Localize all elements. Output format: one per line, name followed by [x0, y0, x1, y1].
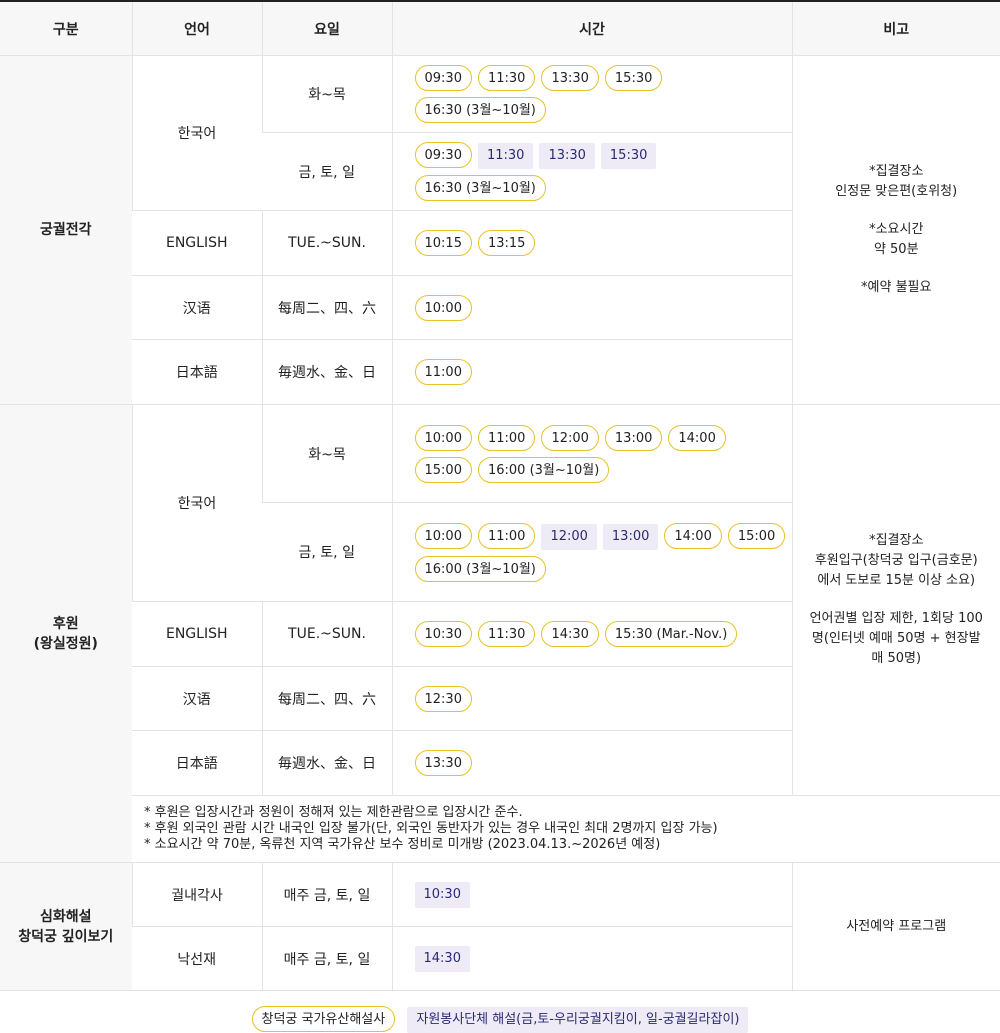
time-slot-official: 13:15 — [477, 230, 536, 256]
legend-official-guide: 창덕궁 국가유산해설사 — [251, 1006, 396, 1032]
language-cell: 낙선재 — [132, 926, 262, 991]
table-row: 궁궐전각 한국어 화~목 09:30 11:30 13:30 15:3016:30 (… — [0, 55, 1000, 405]
time-slot-volunteer: 11:30 — [477, 143, 534, 169]
day-cell: 毎週水、金、日 — [261, 339, 392, 405]
day-cell: 화~목 — [261, 404, 392, 503]
legend-volunteer-guide: 자원봉사단체 해설(금,토-우리궁궐지킴이, 일-궁궐길라잡이) — [407, 1007, 749, 1033]
header-day: 요일 — [261, 1, 392, 56]
table-header-row: 구분 언어 요일 시간 비고 — [0, 1, 1000, 56]
language-cell: 汉语 — [132, 666, 262, 731]
day-cell: TUE.~SUN. — [261, 601, 392, 667]
time-slot-official: 09:30 — [414, 142, 472, 168]
day-cell: 毎週水、金、日 — [261, 730, 392, 796]
language-cell: ENGLISH — [132, 601, 262, 667]
time-slot-official: 16:30 (3월~10월) — [414, 175, 546, 201]
time-slot-official: 15:00 — [414, 456, 472, 483]
time-slot-official: 14:30 — [541, 621, 599, 647]
time-slot-volunteer: 15:30 — [600, 143, 657, 169]
language-cell: 한국어 — [131, 404, 262, 602]
day-cell: 매주 금, 토, 일 — [261, 862, 392, 927]
time-slot-volunteer: 10:30 — [414, 881, 470, 908]
category-rear-garden: 후원 (왕실정원) — [0, 404, 132, 863]
language-cell: 궐내각사 — [131, 862, 262, 927]
time-slot-official: 12:30 — [414, 685, 472, 712]
notice-row: * 후원은 입장시간과 정원이 정해져 있는 제한관람으로 입장시간 준수. *… — [0, 795, 1000, 863]
time-slot-official: 10:15 — [414, 230, 472, 256]
category-palace-buildings: 궁궐전각 — [0, 55, 132, 405]
day-cell: 금, 토, 일 — [262, 502, 392, 602]
time-slot-volunteer: 13:00 — [602, 523, 659, 550]
time-slots: 09:30 11:30 13:30 15:30 16:30 (3월~10월) — [391, 55, 792, 133]
time-slot-official: 09:30 — [414, 65, 472, 91]
table-row: 심화해설 창덕궁 깊이보기 궐내각사 매주 금, 토, 일 10:30 사전예약… — [0, 862, 1000, 991]
time-slot-official: 12:00 — [541, 424, 599, 451]
time-slot-official: 10:00 — [414, 294, 472, 321]
day-cell: TUE.~SUN. — [261, 210, 392, 276]
time-slot-official: 11:00 — [477, 522, 536, 549]
time-slots: 10:30 — [391, 862, 792, 927]
time-slot-official: 13:00 — [604, 424, 663, 451]
tour-schedule-table: 구분 언어 요일 시간 비고 궁궐전각 한국어 화~목 09:30 11:30 13… — [0, 0, 1000, 991]
time-slot-official: 11:00 — [477, 424, 536, 451]
time-slot-official: 15:30 — [604, 65, 663, 91]
rear-garden-notice: * 후원은 입장시간과 정원이 정해져 있는 제한관람으로 입장시간 준수. *… — [132, 795, 1000, 863]
time-slots: 14:30 — [391, 926, 792, 991]
time-slot-official: 14:00 — [664, 522, 722, 549]
legend: 창덕궁 국가유산해설사 자원봉사단체 해설(금,토-우리궁궐지킴이, 일-궁궐길… — [0, 1006, 1000, 1033]
time-slot-official: 15:30 (Mar.-Nov.) — [604, 621, 738, 647]
time-slots: 10:30 11:30 14:30 15:30 (Mar.-Nov.) — [391, 601, 792, 667]
time-slots: 12:30 — [391, 666, 792, 731]
time-slots: 10:0011:0012:0013:0014:00 15:0016:00 (3월~… — [391, 404, 792, 503]
time-slot-official: 11:30 — [477, 65, 536, 91]
language-cell: 汉语 — [132, 275, 262, 340]
time-slot-official: 10:30 — [414, 621, 472, 647]
time-slots: 10:0011:0012:0013:0014:0015:00 16:00 (3월~… — [391, 502, 792, 602]
time-slots: 10:00 — [391, 275, 792, 340]
time-slot-official: 10:00 — [414, 424, 472, 451]
remark-cell: *집결장소 후원입구(창덕궁 입구(금호문) 에서 도보로 15분 이상 소요)… — [791, 404, 1000, 796]
time-slot-official: 16:30 (3월~10월) — [414, 97, 546, 123]
time-slots: 10:15 13:15 — [391, 210, 792, 276]
time-slots: 11:00 — [391, 339, 792, 405]
day-cell: 每周二、四、六 — [261, 275, 392, 340]
time-slot-official: 11:30 — [477, 621, 536, 647]
header-time: 시간 — [391, 1, 792, 56]
day-cell: 화~목 — [261, 55, 392, 133]
time-slot-official: 16:00 (3월~10월) — [477, 456, 610, 483]
time-slot-volunteer: 14:30 — [414, 945, 470, 972]
time-slot-official: 15:00 — [727, 522, 786, 549]
time-slot-volunteer: 12:00 — [541, 523, 597, 550]
day-cell: 每周二、四、六 — [261, 666, 392, 731]
remark-cell: 사전예약 프로그램 — [791, 862, 1000, 991]
time-slot-official: 11:00 — [414, 359, 472, 385]
time-slot-official: 14:00 — [668, 424, 726, 451]
time-slot-official: 10:00 — [414, 522, 472, 549]
time-slot-official: 13:30 — [414, 750, 472, 776]
time-slot-volunteer: 13:30 — [539, 143, 595, 169]
header-remark: 비고 — [791, 1, 1000, 56]
day-cell: 금, 토, 일 — [262, 132, 392, 211]
remark-cell: *집결장소 인정문 맞은편(호위청) *소요시간 약 50분 *예약 불필요 — [791, 55, 1000, 405]
time-slot-official: 13:30 — [541, 65, 599, 91]
language-cell: 日本語 — [132, 730, 262, 796]
day-cell: 매주 금, 토, 일 — [261, 926, 392, 991]
table-row: 후원 (왕실정원) 한국어 화~목 10:00 11:00 12:00 13:00 14… — [0, 404, 1000, 863]
language-cell: ENGLISH — [132, 210, 262, 276]
header-category: 구분 — [0, 1, 132, 56]
time-slots: 09:30 11:30 13:30 15:30 16:30 (3월~10월) — [391, 132, 792, 211]
header-language: 언어 — [131, 1, 262, 56]
time-slots: 13:30 — [391, 730, 792, 796]
language-cell: 한국어 — [131, 55, 262, 211]
language-cell: 日本語 — [132, 339, 262, 405]
time-slot-official: 16:00 (3월~10월) — [414, 555, 546, 582]
category-in-depth-tour: 심화해설 창덕궁 깊이보기 — [0, 862, 132, 991]
